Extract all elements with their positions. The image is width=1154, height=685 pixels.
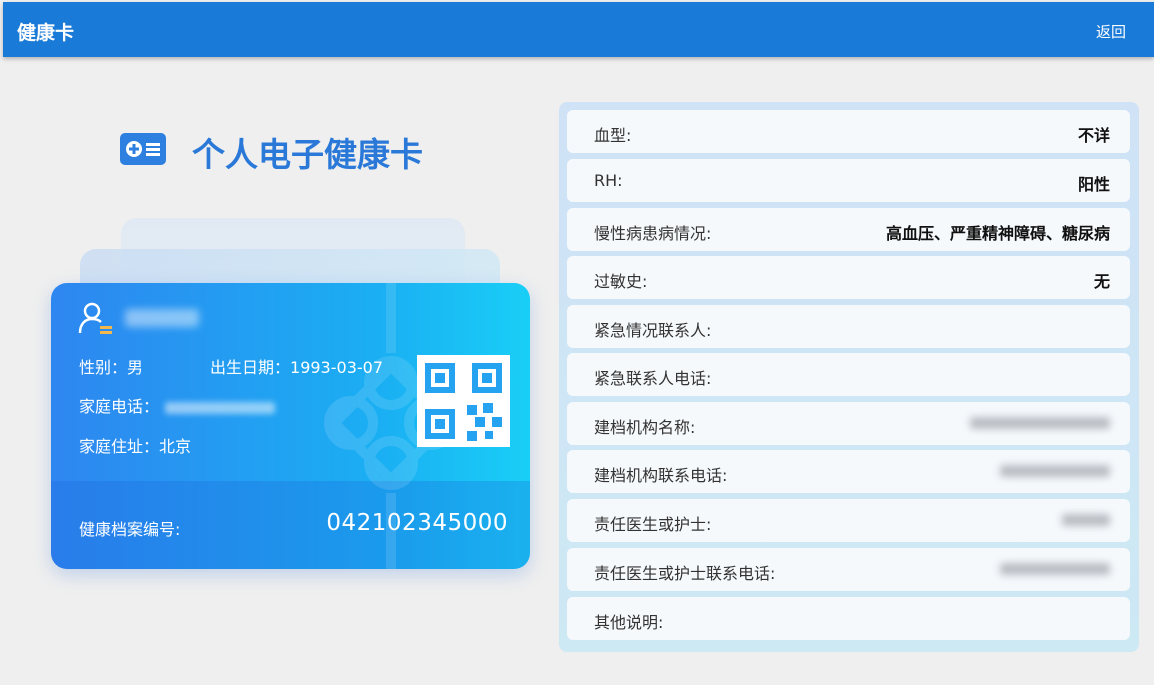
address-label: 家庭住址： bbox=[79, 437, 160, 456]
info-label: 责任医生或护士联系电话: bbox=[594, 564, 776, 583]
info-row-chronic-disease: 慢性病患病情况: 高血压、严重精神障碍、糖尿病 bbox=[567, 208, 1130, 251]
info-value: 无 bbox=[1093, 272, 1110, 291]
info-label: 紧急情况联系人: bbox=[594, 321, 712, 340]
info-label: 其他说明: bbox=[594, 613, 664, 632]
info-label: 建档机构名称: bbox=[594, 418, 696, 437]
info-label: 责任医生或护士: bbox=[594, 515, 712, 534]
info-label: 建档机构联系电话: bbox=[594, 466, 728, 485]
page-title: 健康卡 bbox=[17, 22, 75, 44]
archive-number-value: 042102345000 bbox=[326, 510, 508, 536]
info-value-redacted bbox=[1062, 514, 1110, 526]
heading-text: 个人电子健康卡 bbox=[192, 135, 423, 174]
archive-number-label: 健康档案编号: bbox=[79, 520, 181, 539]
phone-label: 家庭电话： bbox=[79, 397, 160, 416]
back-button[interactable]: 返回 bbox=[1096, 21, 1126, 42]
phone-row: 家庭电话： bbox=[79, 393, 276, 417]
birth-row: 出生日期：1993-03-07 bbox=[210, 354, 383, 378]
info-label: 过敏史: bbox=[594, 272, 648, 291]
qr-code-icon[interactable] bbox=[417, 355, 510, 447]
info-label: 血型: bbox=[594, 126, 632, 145]
address-value: 北京 bbox=[159, 437, 192, 456]
birth-value: 1993-03-07 bbox=[290, 358, 383, 377]
gender-label: 性别： bbox=[79, 358, 128, 377]
info-row-other-notes: 其他说明: bbox=[567, 597, 1130, 640]
info-value-redacted bbox=[1000, 465, 1110, 477]
phone-value-redacted bbox=[165, 401, 276, 414]
info-label: RH: bbox=[594, 171, 623, 190]
user-icon bbox=[78, 302, 112, 334]
info-row-institution-name: 建档机构名称: bbox=[567, 402, 1130, 445]
info-label: 紧急联系人电话: bbox=[594, 369, 712, 388]
info-row-blood-type: 血型: 不详 bbox=[567, 110, 1130, 153]
birth-label: 出生日期： bbox=[210, 358, 291, 377]
address-row: 家庭住址：北京 bbox=[79, 433, 191, 457]
info-value: 高血压、严重精神障碍、糖尿病 bbox=[885, 224, 1110, 243]
info-value: 不详 bbox=[1077, 126, 1110, 145]
info-row-institution-phone: 建档机构联系电话: bbox=[567, 450, 1130, 493]
card-holder-name-redacted bbox=[125, 309, 199, 327]
gender-row: 性别：男 bbox=[79, 354, 143, 378]
info-row-allergy: 过敏史: 无 bbox=[567, 256, 1130, 299]
info-row-rh: RH: 阳性 bbox=[567, 159, 1130, 202]
info-value-redacted bbox=[1000, 563, 1110, 575]
info-row-emergency-contact: 紧急情况联系人: bbox=[567, 305, 1130, 348]
info-value: 阳性 bbox=[1077, 175, 1110, 194]
info-row-doctor-phone: 责任医生或护士联系电话: bbox=[567, 548, 1130, 591]
app-header: 健康卡 返回 bbox=[3, 2, 1154, 57]
info-row-emergency-phone: 紧急联系人电话: bbox=[567, 353, 1130, 396]
info-value-redacted bbox=[970, 417, 1110, 429]
info-row-doctor: 责任医生或护士: bbox=[567, 499, 1130, 542]
health-card-icon bbox=[120, 133, 166, 165]
gender-value: 男 bbox=[127, 358, 144, 377]
info-label: 慢性病患病情况: bbox=[594, 224, 712, 243]
health-info-panel: 血型: 不详 RH: 阳性 慢性病患病情况: 高血压、严重精神障碍、糖尿病 过敏… bbox=[559, 102, 1139, 652]
health-card: 性别：男 出生日期：1993-03-07 家庭电话： 家庭住址：北京 健康档案编… bbox=[51, 283, 530, 569]
